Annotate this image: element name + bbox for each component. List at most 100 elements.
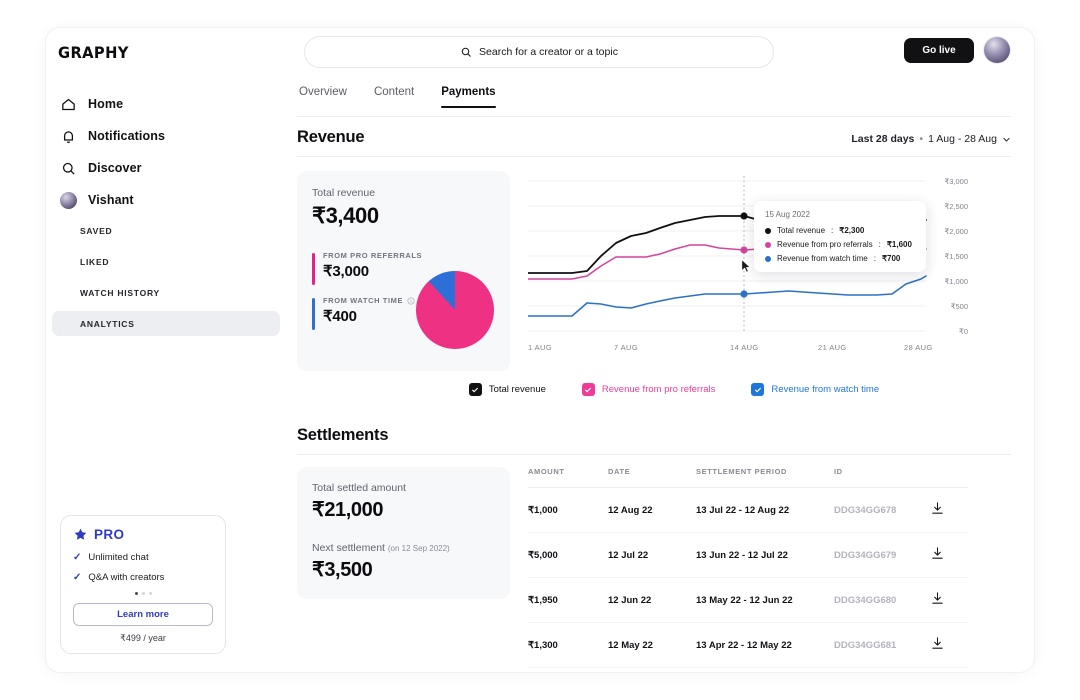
sidebar-item-discover[interactable]: Discover bbox=[52, 152, 280, 184]
column-header-date: DATE bbox=[608, 467, 696, 488]
check-icon: ✓ bbox=[73, 552, 81, 563]
y-axis-tick: ₹2,000 bbox=[932, 227, 968, 236]
y-axis-tick: ₹0 bbox=[932, 327, 968, 336]
accent-bar bbox=[312, 253, 315, 285]
avatar-icon bbox=[60, 192, 77, 209]
cell-id: DDG34GG678 bbox=[834, 488, 930, 533]
next-settlement-label: Next settlement (on 12 Sep 2022) bbox=[312, 542, 495, 554]
pro-card-title: PRO bbox=[94, 527, 124, 542]
next-settlement-label-text: Next settlement bbox=[312, 542, 385, 554]
page-title: Revenue bbox=[297, 128, 364, 147]
settlements-section: Settlements Total settled amount ₹21,000… bbox=[297, 426, 1011, 668]
chart-point-watch bbox=[740, 290, 747, 297]
settlements-table: AMOUNT DATE SETTLEMENT PERIOD ID ₹1,000 … bbox=[528, 467, 968, 668]
checkbox-icon[interactable] bbox=[469, 383, 482, 396]
cell-download bbox=[930, 533, 968, 578]
table-row[interactable]: ₹1,000 12 Aug 22 13 Jul 22 - 12 Aug 22 D… bbox=[528, 488, 968, 533]
tab-overview[interactable]: Overview bbox=[299, 86, 347, 108]
download-icon bbox=[930, 501, 945, 516]
download-icon bbox=[930, 546, 945, 561]
search-input[interactable]: Search for a creator or a topic bbox=[304, 36, 774, 68]
mouse-cursor-icon bbox=[741, 259, 751, 273]
sidebar-item-saved[interactable]: SAVED bbox=[52, 218, 280, 243]
cell-date: 12 May 22 bbox=[608, 623, 696, 668]
section-divider bbox=[297, 454, 1011, 455]
sidebar-item-analytics[interactable]: ANALYTICS bbox=[52, 311, 280, 336]
breakdown-label: FROM WATCH TIME bbox=[323, 296, 495, 305]
chart-legend: Total revenue Revenue from pro referrals… bbox=[297, 383, 1011, 396]
x-axis-tick: 7 AUG bbox=[614, 343, 638, 352]
download-button[interactable] bbox=[930, 591, 945, 609]
go-live-button[interactable]: Go live bbox=[904, 38, 974, 63]
tooltip-row-total: Total revenue: ₹2,300 bbox=[765, 226, 916, 235]
download-button[interactable] bbox=[930, 501, 945, 519]
avatar[interactable] bbox=[984, 37, 1010, 63]
learn-more-button[interactable]: Learn more bbox=[73, 603, 213, 626]
y-axis-tick: ₹500 bbox=[932, 302, 968, 311]
pro-feature-label: Unlimited chat bbox=[88, 552, 148, 563]
home-icon bbox=[60, 96, 77, 113]
breakdown-label-text: FROM WATCH TIME bbox=[323, 296, 403, 305]
download-button[interactable] bbox=[930, 546, 945, 564]
column-header-amount: AMOUNT bbox=[528, 467, 608, 488]
series-dot-icon bbox=[765, 242, 771, 248]
cell-period: 13 Jul 22 - 12 Aug 22 bbox=[696, 488, 834, 533]
cell-download bbox=[930, 488, 968, 533]
tab-content[interactable]: Content bbox=[374, 86, 414, 108]
sidebar-item-watch-history[interactable]: WATCH HISTORY bbox=[52, 280, 280, 305]
brand-logo[interactable]: GRAPHY bbox=[58, 43, 129, 62]
next-settlement-value: ₹3,500 bbox=[312, 557, 495, 582]
settlement-summary-card: Total settled amount ₹21,000 Next settle… bbox=[297, 467, 510, 599]
sidebar-item-liked[interactable]: LIKED bbox=[52, 249, 280, 274]
y-axis-tick: ₹2,500 bbox=[932, 202, 968, 211]
settlements-title: Settlements bbox=[297, 426, 388, 445]
sidebar-item-label: Discover bbox=[88, 161, 142, 175]
x-axis-tick: 1 AUG bbox=[528, 343, 552, 352]
table-row[interactable]: ₹1,300 12 May 22 13 Apr 22 - 12 May 22 D… bbox=[528, 623, 968, 668]
section-divider bbox=[297, 156, 1011, 157]
tooltip-series-value: ₹700 bbox=[882, 254, 900, 263]
total-revenue-label: Total revenue bbox=[312, 187, 495, 199]
legend-item-total-revenue[interactable]: Total revenue bbox=[469, 383, 546, 396]
settlements-header: Settlements bbox=[297, 426, 1011, 454]
legend-label: Revenue from watch time bbox=[771, 384, 879, 395]
cell-id: DDG34GG680 bbox=[834, 578, 930, 623]
checkbox-icon[interactable] bbox=[751, 383, 764, 396]
bell-icon bbox=[60, 128, 77, 145]
y-axis-tick: ₹1,500 bbox=[932, 252, 968, 261]
download-button[interactable] bbox=[930, 636, 945, 654]
x-axis-tick: 14 AUG bbox=[730, 343, 759, 352]
tooltip-series-value: ₹2,300 bbox=[839, 226, 864, 235]
sidebar-item-profile[interactable]: Vishant bbox=[52, 184, 280, 216]
x-axis-tick: 21 AUG bbox=[818, 343, 847, 352]
cell-amount: ₹1,950 bbox=[528, 578, 608, 623]
column-header-id: ID bbox=[834, 467, 930, 488]
legend-label: Total revenue bbox=[489, 384, 546, 395]
info-icon[interactable] bbox=[407, 297, 415, 305]
cell-period: 13 May 22 - 12 Jun 22 bbox=[696, 578, 834, 623]
legend-item-pro-referrals[interactable]: Revenue from pro referrals bbox=[582, 383, 716, 396]
next-settlement-date: (on 12 Sep 2022) bbox=[388, 544, 450, 553]
carousel-dot[interactable] bbox=[135, 592, 138, 595]
carousel-dots[interactable] bbox=[73, 592, 213, 595]
pro-upsell-card: PRO ✓ Unlimited chat ✓ Q&A with creators… bbox=[60, 515, 226, 654]
cell-period: 13 Jun 22 - 12 Jul 22 bbox=[696, 533, 834, 578]
sidebar-item-notifications[interactable]: Notifications bbox=[52, 120, 280, 152]
tab-payments[interactable]: Payments bbox=[441, 86, 495, 108]
table-row[interactable]: ₹5,000 12 Jul 22 13 Jun 22 - 12 Jul 22 D… bbox=[528, 533, 968, 578]
tooltip-date: 15 Aug 2022 bbox=[765, 210, 916, 219]
revenue-line-chart: ₹3,000 ₹2,500 ₹2,000 ₹1,500 ₹1,000 ₹500 … bbox=[528, 171, 968, 371]
sidebar: GRAPHY Home Notifications Discover Visha… bbox=[46, 28, 288, 672]
breakdown-value: ₹3,000 bbox=[323, 262, 495, 280]
date-range-selector[interactable]: Last 28 days • 1 Aug - 28 Aug bbox=[851, 133, 1011, 145]
sidebar-item-home[interactable]: Home bbox=[52, 88, 280, 120]
tooltip-series-name: Revenue from pro referrals bbox=[777, 240, 873, 249]
carousel-dot[interactable] bbox=[142, 592, 145, 595]
checkbox-icon[interactable] bbox=[582, 383, 595, 396]
legend-item-watch-time[interactable]: Revenue from watch time bbox=[751, 383, 879, 396]
sidebar-subnav: SAVED LIKED WATCH HISTORY ANALYTICS bbox=[52, 218, 280, 342]
carousel-dot[interactable] bbox=[149, 592, 152, 595]
total-settled-label: Total settled amount bbox=[312, 482, 495, 494]
legend-label: Revenue from pro referrals bbox=[602, 384, 716, 395]
table-row[interactable]: ₹1,950 12 Jun 22 13 May 22 - 12 Jun 22 D… bbox=[528, 578, 968, 623]
